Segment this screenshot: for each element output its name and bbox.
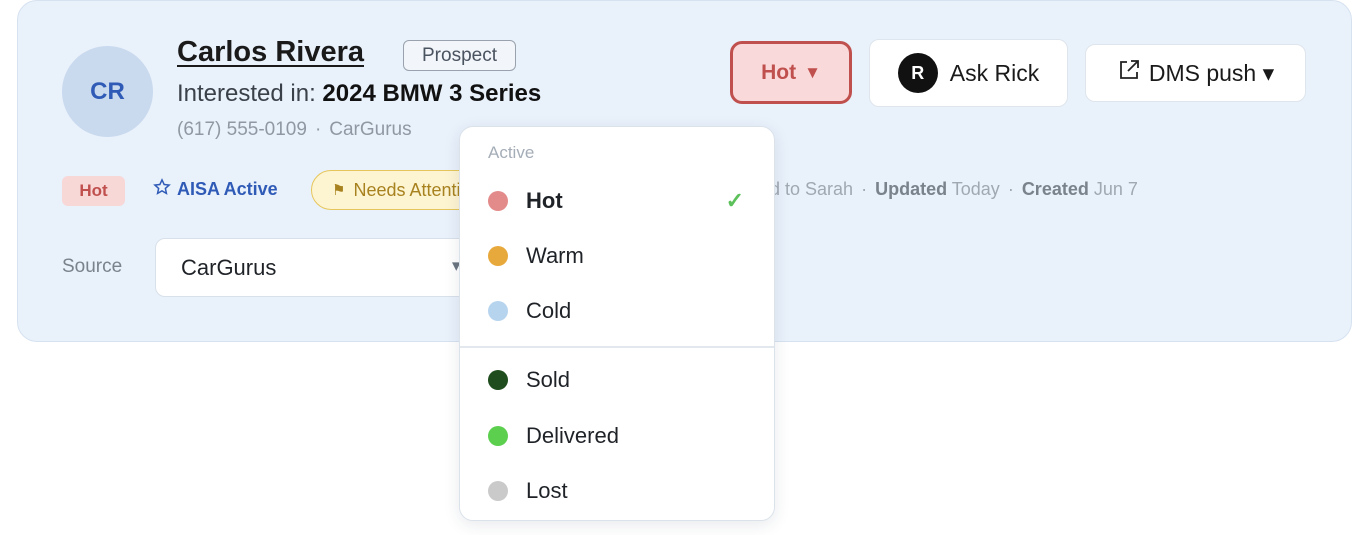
separator: ·: [1007, 179, 1014, 199]
temperature-dropdown-button[interactable]: Hot ▼: [730, 41, 852, 104]
external-link-icon: [1117, 58, 1141, 88]
dropdown-section-label: Active: [488, 143, 535, 162]
dropdown-item-label: Lost: [526, 478, 568, 503]
created-label: Created: [1021, 179, 1089, 199]
caret-down-icon: ▼: [804, 62, 821, 82]
interested-label: Interested in:: [177, 80, 316, 107]
dropdown-item-label: Hot: [526, 188, 563, 213]
dropdown-item-label: Sold: [526, 367, 571, 392]
aisa-active-link[interactable]: AISA Active: [153, 178, 278, 201]
source-value: CarGurus: [181, 254, 277, 280]
dms-push-label: DMS push ▾: [1148, 59, 1275, 86]
temperature-label: Hot: [761, 60, 797, 84]
temperature-dropdown-menu: Active Hot ✓ Warm Cold Sold Delivered Lo…: [459, 126, 775, 521]
lead-name-link[interactable]: Carlos Rivera: [177, 36, 364, 69]
dropdown-item-warm[interactable]: Warm: [460, 233, 774, 279]
checkmark-icon: ✓: [725, 188, 744, 213]
contact-line: (617) 555-0109 · CarGurus: [177, 119, 412, 141]
updated-label: Updated: [875, 179, 948, 199]
star-icon: [153, 178, 171, 201]
dropdown-item-cold[interactable]: Cold: [460, 288, 774, 334]
lead-meta-line: ed to Sarah · Updated Today · Created Jun 7: [760, 179, 1138, 200]
rick-avatar-icon: R: [897, 53, 938, 93]
phone-number: (617) 555-0109: [177, 119, 307, 140]
status-badge: Prospect: [403, 40, 516, 71]
dropdown-item-label: Delivered: [526, 423, 619, 448]
dropdown-divider: [460, 346, 774, 348]
created-value: Jun 7: [1093, 179, 1138, 199]
separator: ·: [861, 179, 868, 199]
status-dot-icon: [488, 191, 508, 211]
source-label: Source: [62, 256, 123, 277]
flag-icon: ⚑: [332, 182, 346, 199]
dms-push-button[interactable]: DMS push ▾: [1085, 44, 1306, 102]
hot-tag: Hot: [62, 176, 125, 206]
status-dot-icon: [488, 370, 508, 390]
status-dot-icon: [488, 246, 508, 266]
dropdown-item-sold[interactable]: Sold: [460, 357, 774, 403]
vehicle-name: 2024 BMW 3 Series: [322, 80, 542, 107]
separator: ·: [314, 119, 322, 140]
interested-line: Interested in: 2024 BMW 3 Series: [177, 80, 541, 108]
avatar-initials: CR: [90, 77, 125, 105]
avatar: CR: [62, 46, 153, 137]
dropdown-item-label: Cold: [526, 298, 572, 323]
status-dot-icon: [488, 426, 508, 446]
dropdown-item-label: Warm: [526, 243, 584, 268]
status-dot-icon: [488, 481, 508, 501]
lead-source-text: CarGurus: [329, 119, 412, 140]
aisa-label: AISA Active: [177, 179, 278, 199]
updated-value: Today: [951, 179, 1000, 199]
dropdown-item-lost[interactable]: Lost: [460, 468, 774, 514]
dropdown-item-delivered[interactable]: Delivered: [460, 413, 774, 459]
ask-rick-button[interactable]: R Ask Rick: [869, 39, 1068, 107]
source-select[interactable]: CarGurus: [155, 238, 475, 297]
status-dot-icon: [488, 301, 508, 321]
ask-rick-label: Ask Rick: [949, 59, 1040, 86]
dropdown-item-hot[interactable]: Hot ✓: [460, 178, 774, 224]
